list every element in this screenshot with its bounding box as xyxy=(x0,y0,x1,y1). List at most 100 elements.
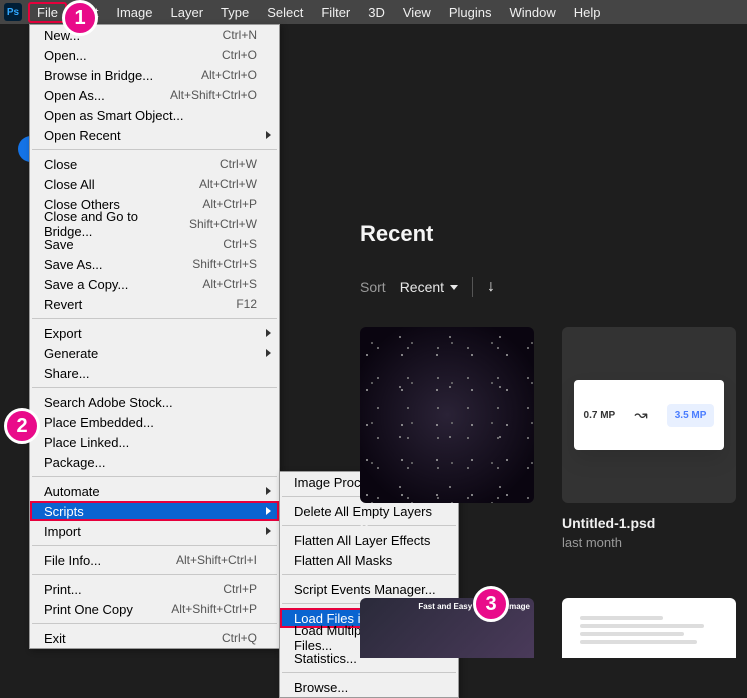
mp-left: 0.7 MP xyxy=(584,410,616,421)
menu-item-label: Export xyxy=(44,326,257,341)
file-menu-item-file-info[interactable]: File Info...Alt+Shift+Ctrl+I xyxy=(30,550,279,570)
home-content: Recent Sort Recent ↓ g 0.7 MP ↝ 3.5 MP U… xyxy=(360,221,737,658)
menu-shortcut: Alt+Ctrl+W xyxy=(199,177,257,191)
file-menu-item-open-recent[interactable]: Open Recent xyxy=(30,125,279,145)
sort-label: Sort xyxy=(360,279,386,295)
menu-separator xyxy=(32,545,277,546)
file-menu-item-close-all[interactable]: Close AllAlt+Ctrl+W xyxy=(30,174,279,194)
menubar-item-window[interactable]: Window xyxy=(500,2,564,23)
menu-separator xyxy=(32,476,277,477)
sort-value-text: Recent xyxy=(400,279,444,295)
menubar-item-type[interactable]: Type xyxy=(212,2,258,23)
app-icon: Ps xyxy=(4,3,22,21)
file-menu-item-open-as[interactable]: Open As...Alt+Shift+Ctrl+O xyxy=(30,85,279,105)
file-menu-item-save[interactable]: SaveCtrl+S xyxy=(30,234,279,254)
thumbnail-preview xyxy=(360,327,534,503)
menu-shortcut: Ctrl+S xyxy=(223,237,257,251)
menu-item-label: Package... xyxy=(44,455,257,470)
menu-item-label: Place Linked... xyxy=(44,435,257,450)
menubar-item-view[interactable]: View xyxy=(394,2,440,23)
file-menu-item-place-embedded[interactable]: Place Embedded... xyxy=(30,412,279,432)
menubar-item-help[interactable]: Help xyxy=(565,2,610,23)
scripts-menu-item-browse[interactable]: Browse... xyxy=(280,677,458,697)
file-menu-item-close[interactable]: CloseCtrl+W xyxy=(30,154,279,174)
menu-item-label: Share... xyxy=(44,366,257,381)
file-menu-item-search-adobe-stock[interactable]: Search Adobe Stock... xyxy=(30,392,279,412)
file-menu-item-exit[interactable]: ExitCtrl+Q xyxy=(30,628,279,648)
menu-shortcut: Ctrl+O xyxy=(222,48,257,62)
file-menu-item-open-as-smart-object[interactable]: Open as Smart Object... xyxy=(30,105,279,125)
menubar-item-select[interactable]: Select xyxy=(258,2,312,23)
menu-separator xyxy=(32,318,277,319)
menu-separator xyxy=(32,574,277,575)
submenu-arrow-icon xyxy=(266,349,271,357)
menu-separator xyxy=(282,672,456,673)
recent-thumbnails: g 0.7 MP ↝ 3.5 MP Untitled-1.psd last mo… xyxy=(360,327,737,550)
thumbnail-preview: 0.7 MP ↝ 3.5 MP xyxy=(562,327,736,503)
file-menu-item-place-linked[interactable]: Place Linked... xyxy=(30,432,279,452)
menu-item-label: Open... xyxy=(44,48,222,63)
file-menu-item-print-one-copy[interactable]: Print One CopyAlt+Shift+Ctrl+P xyxy=(30,599,279,619)
recent-item-title: Untitled-1.psd xyxy=(562,515,736,531)
recent-item-4[interactable] xyxy=(562,598,736,658)
menu-item-label: Scripts xyxy=(44,504,257,519)
menubar-item-filter[interactable]: Filter xyxy=(312,2,359,23)
annotation-1: 1 xyxy=(62,0,98,36)
arrow-icon: ↝ xyxy=(634,405,647,425)
menu-item-label: Print One Copy xyxy=(44,602,171,617)
menu-separator xyxy=(32,149,277,150)
menu-item-label: Save As... xyxy=(44,257,192,272)
menubar-item-plugins[interactable]: Plugins xyxy=(440,2,501,23)
file-menu-item-export[interactable]: Export xyxy=(30,323,279,343)
file-menu-item-share[interactable]: Share... xyxy=(30,363,279,383)
menubar-item-layer[interactable]: Layer xyxy=(162,2,213,23)
menu-item-label: File Info... xyxy=(44,553,176,568)
menu-item-label: Generate xyxy=(44,346,257,361)
menu-item-label: Save xyxy=(44,237,223,252)
file-menu-item-print[interactable]: Print...Ctrl+P xyxy=(30,579,279,599)
menu-shortcut: Alt+Shift+Ctrl+I xyxy=(176,553,257,567)
menubar: Ps FileEditImageLayerTypeSelectFilter3DV… xyxy=(0,0,747,24)
file-menu-item-automate[interactable]: Automate xyxy=(30,481,279,501)
file-menu-item-browse-in-bridge[interactable]: Browse in Bridge...Alt+Ctrl+O xyxy=(30,65,279,85)
submenu-arrow-icon xyxy=(266,329,271,337)
divider xyxy=(472,277,473,297)
recent-heading: Recent xyxy=(360,221,737,247)
doc-lines-icon xyxy=(570,606,728,650)
menu-shortcut: F12 xyxy=(236,297,257,311)
menu-separator xyxy=(32,623,277,624)
recent-item-title: g xyxy=(360,515,534,531)
menu-shortcut: Ctrl+P xyxy=(223,582,257,596)
menubar-item-image[interactable]: Image xyxy=(107,2,161,23)
file-menu-item-save-a-copy[interactable]: Save a Copy...Alt+Ctrl+S xyxy=(30,274,279,294)
sort-dropdown[interactable]: Recent xyxy=(400,279,458,295)
file-menu-item-generate[interactable]: Generate xyxy=(30,343,279,363)
menu-shortcut: Alt+Ctrl+O xyxy=(201,68,257,82)
sort-direction-icon[interactable]: ↓ xyxy=(487,278,495,296)
menu-item-label: Open as Smart Object... xyxy=(44,108,257,123)
menu-item-label: Browse in Bridge... xyxy=(44,68,201,83)
recent-item-1[interactable]: g xyxy=(360,327,534,550)
recent-item-2[interactable]: 0.7 MP ↝ 3.5 MP Untitled-1.psd last mont… xyxy=(562,327,736,550)
submenu-arrow-icon xyxy=(266,131,271,139)
submenu-arrow-icon xyxy=(266,507,271,515)
menu-item-label: Place Embedded... xyxy=(44,415,257,430)
chevron-down-icon xyxy=(450,285,458,290)
mp-right: 3.5 MP xyxy=(667,404,715,427)
menu-item-label: Save a Copy... xyxy=(44,277,202,292)
submenu-arrow-icon xyxy=(266,527,271,535)
file-menu-item-package[interactable]: Package... xyxy=(30,452,279,472)
menu-item-label: Automate xyxy=(44,484,257,499)
file-menu-item-scripts[interactable]: Scripts xyxy=(30,501,279,521)
sort-row: Sort Recent ↓ xyxy=(360,277,737,297)
menu-item-label: Print... xyxy=(44,582,223,597)
file-menu-item-import[interactable]: Import xyxy=(30,521,279,541)
menu-item-label: Search Adobe Stock... xyxy=(44,395,257,410)
file-menu-item-save-as[interactable]: Save As...Shift+Ctrl+S xyxy=(30,254,279,274)
file-menu-item-close-and-go-to-bridge[interactable]: Close and Go to Bridge...Shift+Ctrl+W xyxy=(30,214,279,234)
file-menu-item-open[interactable]: Open...Ctrl+O xyxy=(30,45,279,65)
menubar-item-3d[interactable]: 3D xyxy=(359,2,394,23)
menu-item-label: Browse... xyxy=(294,680,436,695)
menu-item-label: Close xyxy=(44,157,220,172)
file-menu-item-revert[interactable]: RevertF12 xyxy=(30,294,279,314)
